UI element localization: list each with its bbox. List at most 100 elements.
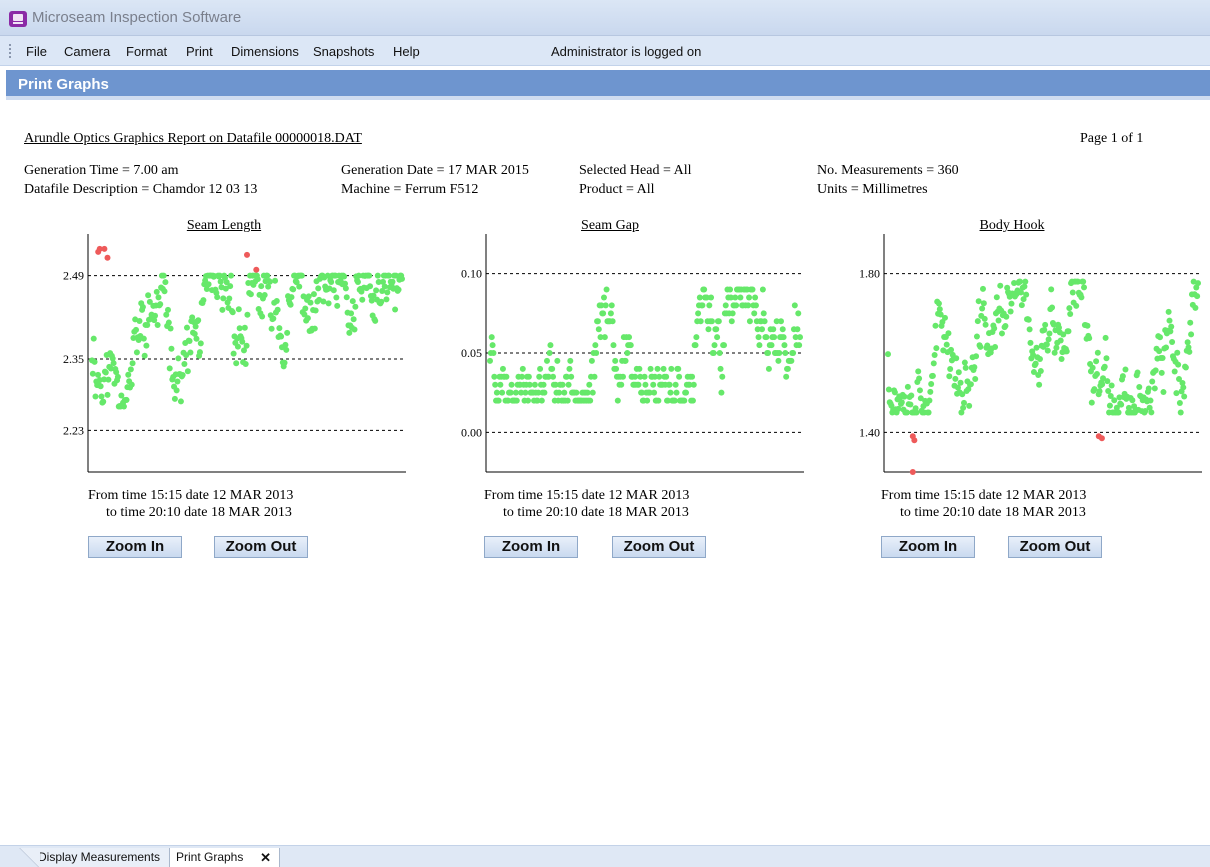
data-point: [497, 381, 504, 388]
data-point: [1007, 308, 1014, 315]
menu-help[interactable]: Help: [393, 44, 420, 59]
data-point: [614, 397, 621, 404]
body-hook-zoom-out-button[interactable]: Zoom Out: [1008, 536, 1102, 558]
tick-label: 1.40: [859, 425, 880, 439]
data-point: [311, 325, 318, 332]
seam-length-zoom-out-button[interactable]: Zoom Out: [214, 536, 308, 558]
data-point: [161, 288, 168, 295]
data-point: [92, 393, 99, 400]
body-hook-time-to: to time 20:10 date 18 MAR 2013: [900, 505, 1086, 520]
data-point: [997, 282, 1004, 289]
menu-file[interactable]: File: [26, 44, 47, 59]
data-point: [908, 392, 915, 399]
data-point: [114, 373, 121, 380]
data-point: [1042, 321, 1049, 328]
data-point: [1003, 313, 1010, 320]
data-point: [395, 286, 402, 293]
data-point: [979, 285, 986, 292]
tick-label: 0.10: [461, 267, 482, 281]
data-point: [796, 342, 803, 349]
data-point: [1156, 348, 1163, 355]
menu-dimensions[interactable]: Dimensions: [231, 44, 299, 59]
data-point: [591, 373, 598, 380]
data-point: [264, 272, 271, 279]
tab-print-graphs[interactable]: Print Graphs ✕: [170, 848, 280, 867]
tab-display-measurements[interactable]: Display Measurements: [18, 848, 170, 867]
data-point: [184, 368, 191, 375]
data-point: [584, 389, 591, 396]
data-point: [89, 370, 96, 377]
body-hook-chart: 1.80 1.40: [859, 234, 1202, 475]
data-point: [247, 291, 254, 298]
data-point: [392, 306, 399, 313]
data-point: [1036, 355, 1043, 362]
data-point: [343, 294, 350, 301]
data-point: [973, 353, 980, 360]
data-point: [756, 342, 763, 349]
data-point: [261, 291, 268, 298]
data-point: [1053, 344, 1060, 351]
menu-snapshots[interactable]: Snapshots: [313, 44, 374, 59]
data-point: [925, 409, 932, 416]
data-point: [540, 381, 547, 388]
data-point: [328, 278, 335, 285]
data-point: [1045, 336, 1052, 343]
seam-gap-zoom-out-button[interactable]: Zoom Out: [612, 536, 706, 558]
data-point: [927, 388, 934, 395]
data-point: [325, 300, 332, 307]
data-point: [162, 279, 169, 286]
seam-gap-zoom-in-button[interactable]: Zoom In: [484, 536, 578, 558]
data-point: [714, 334, 721, 341]
data-point: [1066, 305, 1073, 312]
data-point: [1188, 331, 1195, 338]
data-point: [1160, 389, 1167, 396]
data-point: [650, 381, 657, 388]
window-title: Microseam Inspection Software: [32, 9, 242, 26]
data-point: [284, 329, 291, 336]
data-point: [977, 343, 984, 350]
seam-length-zoom-in-button[interactable]: Zoom In: [88, 536, 182, 558]
data-point: [728, 318, 735, 325]
data-point: [778, 318, 785, 325]
data-point: [1171, 368, 1178, 375]
data-point: [641, 373, 648, 380]
data-point: [1046, 330, 1053, 337]
data-point: [947, 365, 954, 372]
data-point: [654, 365, 661, 372]
body-hook-zoom-in-button[interactable]: Zoom In: [881, 536, 975, 558]
data-point: [268, 325, 275, 332]
data-point: [727, 286, 734, 293]
menu-camera[interactable]: Camera: [64, 44, 110, 59]
data-point: [229, 309, 236, 316]
data-point: [957, 379, 964, 386]
data-point: [982, 321, 989, 328]
data-point: [916, 387, 923, 394]
menu-print[interactable]: Print: [186, 44, 213, 59]
data-point: [155, 294, 162, 301]
data-point: [1086, 335, 1093, 342]
data-point: [667, 389, 674, 396]
menu-format[interactable]: Format: [126, 44, 167, 59]
data-point: [765, 350, 772, 356]
data-point: [907, 401, 914, 408]
section-header: Print Graphs: [6, 70, 1210, 100]
data-point: [737, 294, 744, 301]
data-point: [1181, 393, 1188, 400]
close-icon[interactable]: ✕: [260, 848, 271, 867]
data-point: [566, 365, 573, 372]
data-point: [1151, 385, 1158, 392]
data-point: [1093, 371, 1100, 378]
data-point: [1182, 364, 1189, 371]
data-point: [718, 389, 725, 396]
data-point: [187, 349, 194, 356]
tick-label: 1.80: [859, 267, 880, 281]
data-point: [153, 288, 160, 295]
data-point: [166, 365, 173, 372]
data-point: [234, 343, 241, 350]
data-point: [946, 373, 953, 380]
data-point: [559, 381, 566, 388]
data-point: [128, 381, 135, 388]
report-title: Arundle Optics Graphics Report on Datafi…: [24, 131, 362, 146]
outlier-point: [101, 245, 108, 252]
outlier-point: [909, 469, 916, 475]
